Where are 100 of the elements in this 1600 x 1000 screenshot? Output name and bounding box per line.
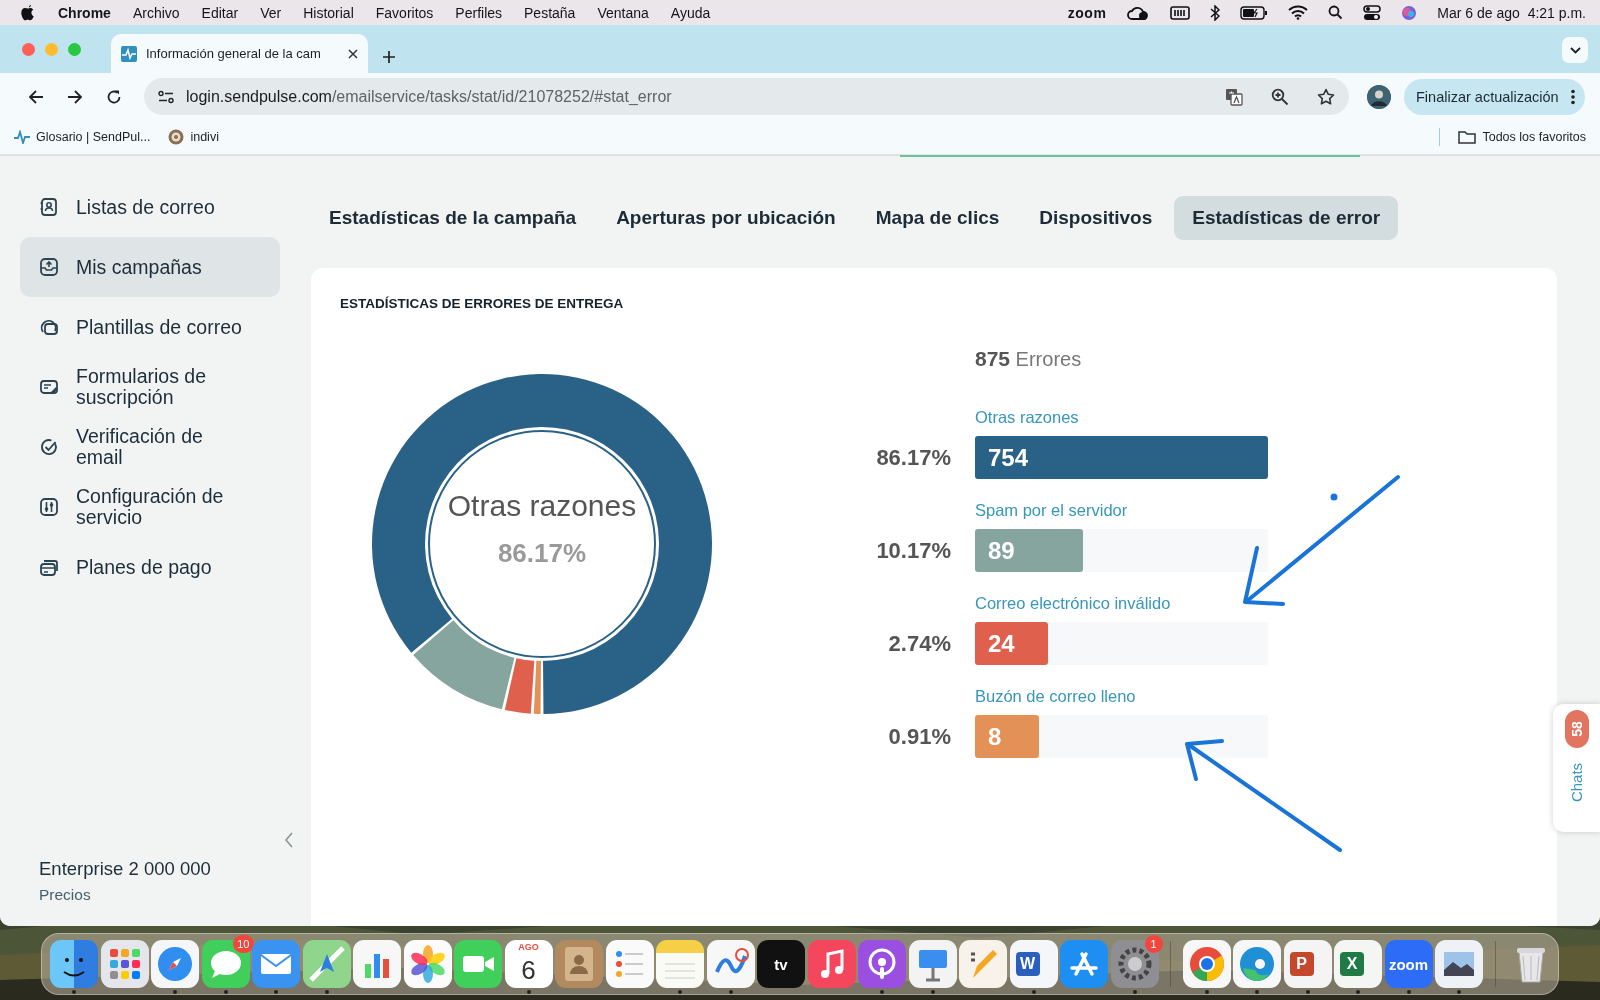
menu-item[interactable]: Historial [303, 4, 354, 21]
app-icon[interactable]: W [1009, 940, 1058, 988]
tab-search-button[interactable] [1562, 37, 1588, 63]
app-icon[interactable] [1110, 940, 1159, 988]
app-icon[interactable]: zoom [1384, 940, 1433, 988]
cloud-icon[interactable] [1126, 4, 1151, 21]
legend-label: Otras razones [975, 407, 1079, 427]
app-icon[interactable] [403, 940, 452, 988]
battery-icon[interactable] [1240, 5, 1269, 20]
bookmark[interactable]: Glosario | SendPul... [14, 130, 151, 144]
tab[interactable]: Aperturas por ubicación [598, 196, 854, 240]
menu-item[interactable]: Perfiles [455, 4, 503, 21]
translate-icon[interactable] [1225, 87, 1243, 106]
count-bar: 89 [975, 529, 1084, 572]
menu-item[interactable]: Ver [260, 4, 282, 21]
contacts-icon [39, 197, 59, 217]
status-item[interactable]: zoom [1067, 4, 1107, 21]
sidebar-item[interactable]: Plantillas de correo [20, 297, 280, 357]
pulse-icon [14, 130, 30, 144]
pricing-link[interactable]: Precios [39, 886, 211, 904]
app-icon[interactable] [252, 940, 300, 988]
card-title: ESTADÍSTICAS DE ERRORES DE ENTREGA [340, 296, 624, 312]
app-icon[interactable]: X [1334, 940, 1382, 988]
app-icon[interactable] [353, 940, 401, 988]
menu-item[interactable]: Pestaña [524, 4, 576, 21]
tab[interactable]: Mapa de clics [857, 196, 1018, 240]
dot-mark [1330, 493, 1338, 501]
folder-icon [1458, 130, 1477, 144]
app-icon[interactable] [807, 940, 856, 988]
siri-icon[interactable] [1401, 4, 1418, 21]
form-icon [39, 377, 59, 397]
browser-tab[interactable]: Información general de la cam [111, 34, 368, 73]
app-icon[interactable] [302, 940, 351, 988]
bookmark-star-icon[interactable] [1317, 87, 1335, 106]
wifi-icon[interactable] [1288, 5, 1309, 20]
tab[interactable]: Estadísticas de la campaña [311, 196, 595, 240]
sidebar-item[interactable]: Configuración de servicio [20, 477, 280, 537]
app-icon[interactable] [1435, 940, 1483, 988]
forward-icon[interactable] [66, 88, 83, 105]
app-icon[interactable] [908, 940, 957, 988]
plan-name: Enterprise 2 000 000 [39, 858, 211, 880]
app-icon[interactable]: tv [757, 940, 805, 988]
app-icon[interactable] [1060, 940, 1108, 988]
sidebar-item[interactable]: Listas de correo [20, 177, 280, 237]
site-info-icon[interactable] [158, 89, 174, 104]
more-icon[interactable] [1570, 88, 1575, 105]
control-center-icon[interactable] [1363, 4, 1382, 21]
reload-icon[interactable] [105, 88, 122, 105]
legend-label: Correo electrónico inválido [975, 593, 1171, 613]
percent-value: 0.91% [888, 723, 951, 750]
menu-item[interactable]: Editar [201, 4, 239, 21]
menu-item[interactable]: Favoritos [375, 4, 434, 21]
app-icon[interactable] [100, 940, 149, 988]
menu-item[interactable]: Archivo [132, 4, 180, 21]
center-value: 86.17% [497, 538, 587, 568]
app-icon[interactable] [454, 940, 502, 988]
tab[interactable]: Estadísticas de error [1174, 196, 1399, 240]
cards-icon [39, 557, 59, 577]
search-icon[interactable] [1328, 5, 1344, 20]
app-icon[interactable] [50, 940, 98, 988]
update-button[interactable]: Finalizar actualización [1404, 78, 1585, 115]
legend-label: Buzón de correo lleno [975, 686, 1136, 706]
app-icon[interactable]: AGO 6 [504, 940, 553, 988]
app-icon[interactable] [605, 940, 654, 988]
sidebar-item[interactable]: Planes de pago [20, 537, 280, 597]
app-menu[interactable]: Chrome [58, 4, 111, 21]
app-icon[interactable] [706, 940, 755, 988]
menu-item[interactable]: Ayuda [670, 4, 711, 21]
seal-icon [168, 129, 185, 145]
sidebar-item[interactable]: Verificación de email [20, 417, 280, 477]
app-icon[interactable] [858, 940, 906, 988]
inbox-icon [39, 257, 59, 277]
unread-badge: 58 [1564, 710, 1589, 748]
center-label: Otras razones [447, 489, 637, 522]
percent-value: 2.74% [888, 630, 951, 657]
back-icon[interactable] [27, 88, 44, 105]
close-icon[interactable] [348, 48, 358, 59]
count-bar: 24 [975, 622, 1049, 665]
collapse-icon[interactable] [284, 832, 294, 848]
new-tab-icon[interactable] [382, 50, 396, 64]
app-icon[interactable] [151, 940, 199, 988]
check-icon [39, 437, 59, 457]
zoom-icon[interactable] [1271, 87, 1289, 106]
templates-icon [39, 317, 59, 337]
address-bar[interactable]: login.sendpulse.com/emailservice/tasks/stat/id/21078252/#stat_error [144, 78, 1349, 115]
menu-item[interactable]: Ventana [597, 4, 649, 21]
app-icon[interactable]: P [1283, 940, 1332, 988]
apple-icon[interactable] [20, 3, 36, 22]
app-icon[interactable] [959, 940, 1007, 988]
chevron-down-icon[interactable] [1569, 46, 1581, 54]
tab[interactable]: Dispositivos [1021, 196, 1171, 240]
bluetooth-icon[interactable] [1210, 4, 1221, 21]
all-bookmarks-button[interactable]: Todos los favoritos [1458, 130, 1586, 144]
app-icon[interactable] [1182, 940, 1231, 988]
avatar-icon[interactable] [1367, 84, 1391, 109]
memory-icon[interactable] [1170, 4, 1191, 21]
sidebar-item[interactable]: Mis campañas [20, 237, 280, 297]
bookmark[interactable]: indivi [168, 129, 219, 145]
percent-value: 86.17% [876, 444, 951, 471]
sidebar-item[interactable]: Formularios de suscripción [20, 357, 280, 417]
